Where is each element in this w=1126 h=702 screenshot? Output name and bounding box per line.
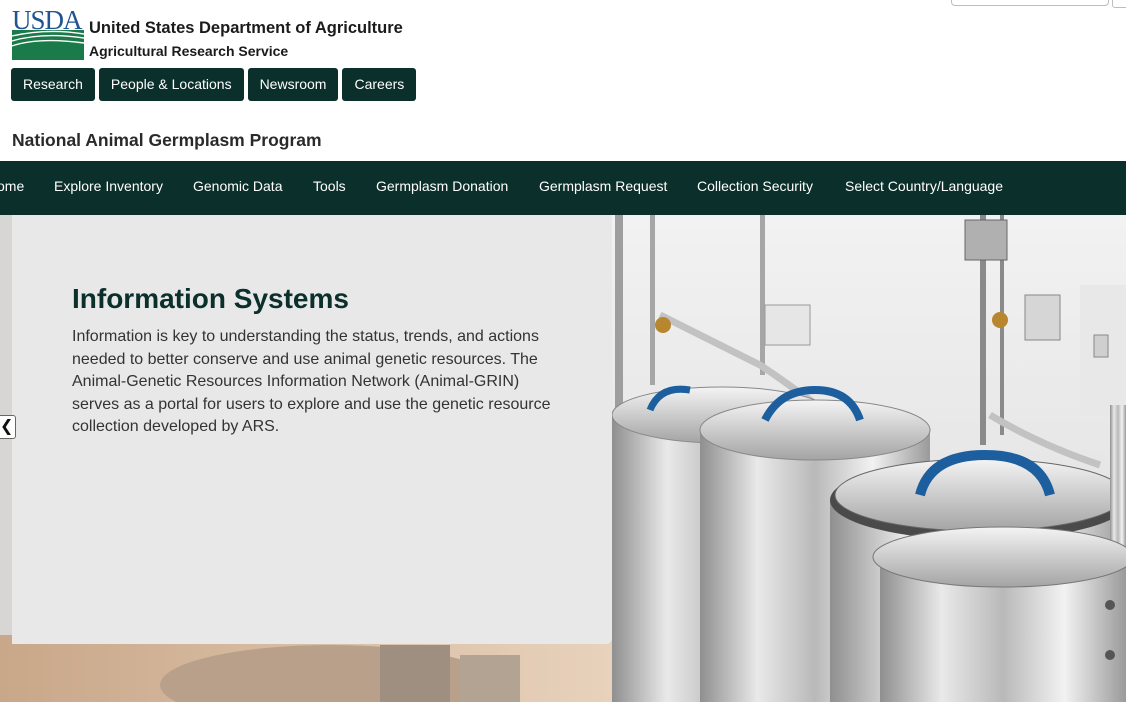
main-nav-germplasm-donation[interactable]: Germplasm Donation [376, 161, 508, 215]
page: USDA United States Department of Agricul… [0, 0, 1126, 702]
search-button[interactable] [1112, 0, 1126, 8]
info-panel: Information Systems Information is key t… [12, 215, 612, 644]
top-nav: Research People & Locations Newsroom Car… [11, 68, 417, 101]
search-input[interactable] [951, 0, 1109, 6]
usda-logo[interactable]: USDA [12, 5, 84, 60]
usda-logo-field-icon [12, 30, 84, 60]
top-nav-people-locations[interactable]: People & Locations [98, 68, 244, 101]
chevron-left-icon: ❮ [0, 418, 14, 435]
agency-subtitle[interactable]: Agricultural Research Service [89, 43, 288, 59]
agency-name[interactable]: United States Department of Agriculture [89, 19, 403, 38]
program-title[interactable]: National Animal Germplasm Program [12, 130, 322, 151]
top-nav-newsroom[interactable]: Newsroom [247, 68, 339, 101]
main-nav-germplasm-request[interactable]: Germplasm Request [539, 161, 667, 215]
main-nav-genomic-data[interactable]: Genomic Data [193, 161, 282, 215]
carousel-prev-button[interactable]: ❮ [0, 415, 16, 439]
main-nav-explore-inventory[interactable]: Explore Inventory [54, 161, 163, 215]
hero-title: Information Systems [72, 283, 349, 314]
main-nav-tools[interactable]: Tools [313, 161, 346, 215]
main-nav-collection-security[interactable]: Collection Security [697, 161, 813, 215]
main-nav-home[interactable]: ome [0, 161, 24, 215]
top-nav-careers[interactable]: Careers [342, 68, 417, 101]
hero-description: Information is key to understanding the … [72, 328, 551, 436]
main-nav: ome Explore Inventory Genomic Data Tools… [0, 161, 1126, 215]
top-nav-research[interactable]: Research [11, 68, 95, 101]
main-nav-select-country-language[interactable]: Select Country/Language [845, 161, 1003, 215]
